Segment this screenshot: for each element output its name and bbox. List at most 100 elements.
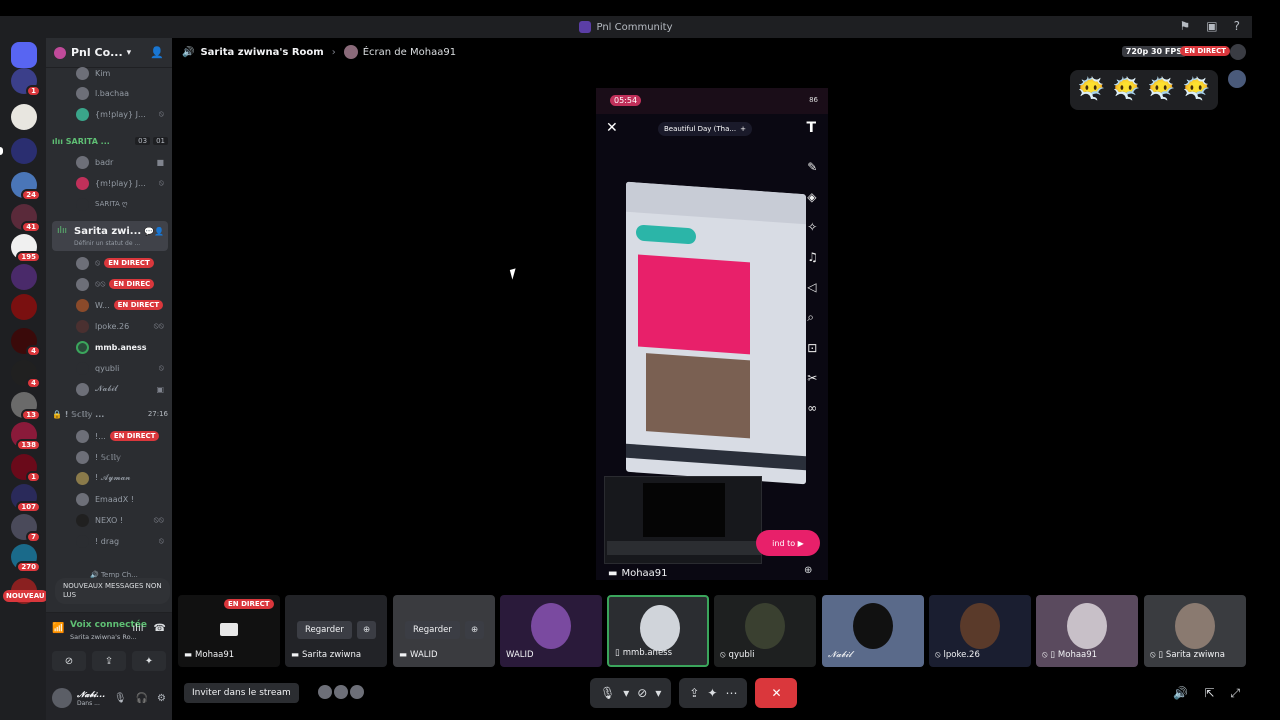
- gear-icon[interactable]: ⚙: [157, 693, 166, 704]
- participant-tile[interactable]: ⦸ ▯ Sarita zwiwna: [1144, 595, 1246, 667]
- participant-tile[interactable]: ▯ mmb.aness: [607, 595, 709, 667]
- screen-share-stream[interactable]: 05:54 86 ✕ Beautiful Day (Tha... + T ✎ ◈ …: [596, 88, 828, 580]
- participant-tile[interactable]: Regarder ⊕ ▬ Sarita zwiwna: [285, 595, 387, 667]
- zoom-icon[interactable]: ⊕: [465, 621, 485, 639]
- camera-off-icon: ⊘: [637, 686, 648, 700]
- activities-button[interactable]: ⇪ ✦ ⋯: [679, 678, 748, 708]
- activity-icon[interactable]: ✦: [132, 651, 166, 671]
- guild-icon[interactable]: 1: [11, 454, 41, 483]
- active-voice-channel[interactable]: ılıı Sarita zwi... Définir un statut de …: [52, 221, 168, 251]
- screen-share-icon[interactable]: ⇪: [92, 651, 126, 671]
- participant-tile[interactable]: Regarder ⊕ ▬ WALID: [393, 595, 495, 667]
- participant-tile[interactable]: 𝓝𝓪𝓫𝓲𝓵: [822, 595, 924, 667]
- help-icon[interactable]: ?: [1234, 19, 1240, 33]
- guild-icon[interactable]: 4: [11, 360, 41, 389]
- noise-suppression-icon[interactable]: ılıı: [132, 623, 143, 634]
- member-row[interactable]: mmb.aness: [46, 338, 172, 356]
- member-row[interactable]: W... EN DIRECT: [46, 296, 172, 314]
- member-row[interactable]: {m!play} J... ⦸: [46, 174, 172, 192]
- participant-tile[interactable]: ⦸ ▯ Mohaa91: [1036, 595, 1138, 667]
- watch-button[interactable]: Regarder: [297, 621, 352, 639]
- member-row[interactable]: lpoke.26 ⦸⦸: [46, 317, 172, 335]
- guild-icon[interactable]: [11, 264, 37, 290]
- username[interactable]: 𝓝𝓪𝓫𝓲...: [77, 690, 105, 700]
- voice-channel[interactable]: ılıı SARITA ... 03 01: [52, 132, 168, 150]
- guild-icon[interactable]: 7: [11, 514, 41, 543]
- discord-home-icon[interactable]: [11, 42, 37, 68]
- guild-icon[interactable]: 107: [11, 484, 41, 513]
- headphones-icon[interactable]: 🎧: [136, 693, 148, 704]
- guild-icon[interactable]: 1: [11, 68, 41, 97]
- volume-icon[interactable]: 🔊: [1173, 686, 1188, 701]
- member-row[interactable]: ⦸⦸ EN DIREC: [46, 275, 172, 293]
- participant-tile[interactable]: WALID: [500, 595, 602, 667]
- member-row[interactable]: Kim: [46, 64, 172, 82]
- member-row[interactable]: ! 𝓐𝔂𝓶𝓪𝓷: [46, 469, 172, 487]
- guild-icon[interactable]: 41: [11, 204, 41, 233]
- emoji-reaction[interactable]: 😶‍🌫️: [1113, 79, 1140, 101]
- member-row[interactable]: EmaadX !: [46, 490, 172, 508]
- participant-name: WALID: [506, 650, 534, 660]
- avatar: [350, 685, 364, 699]
- emoji-reaction[interactable]: 😶‍🌫️: [1148, 79, 1175, 101]
- camera-off-icon[interactable]: ⊘: [52, 651, 86, 671]
- guild-icon[interactable]: [11, 104, 37, 130]
- emoji-reaction[interactable]: 😶‍🌫️: [1183, 79, 1210, 101]
- member-row[interactable]: !... EN DIRECT: [46, 427, 172, 445]
- zoom-icon[interactable]: ⊕: [357, 621, 377, 639]
- channel-timer: 27:16: [147, 410, 168, 418]
- member-row[interactable]: ! 𝕊𝕔𝕝𝕝𝕪: [46, 448, 172, 466]
- guild-icon[interactable]: 24: [11, 172, 41, 201]
- guild-icon[interactable]: 270: [11, 544, 41, 573]
- invite-to-stream-button[interactable]: Inviter dans le stream: [184, 683, 299, 703]
- guild-icon[interactable]: 13: [11, 392, 41, 421]
- guild-icon[interactable]: [0, 138, 37, 164]
- avatar[interactable]: [1228, 70, 1246, 88]
- guild-icon[interactable]: 195: [11, 234, 41, 263]
- server-icon: [579, 21, 592, 33]
- guild-icon[interactable]: 4: [11, 328, 41, 357]
- microphone-button[interactable]: 🎙 ▾ ⊘ ▾: [590, 678, 672, 708]
- member-row[interactable]: {m!play} J... ⦸: [46, 105, 172, 123]
- signal-icon[interactable]: 📶: [52, 623, 64, 634]
- member-row[interactable]: qyubli ⦸: [46, 359, 172, 377]
- emoji-reaction[interactable]: 😶‍🌫️: [1078, 79, 1105, 101]
- inbox-icon[interactable]: ▣: [1206, 19, 1217, 33]
- locked-voice-channel[interactable]: 🔒 ! 𝕊𝕔𝕝𝕝𝕪 ... 27:16: [52, 405, 168, 423]
- member-row[interactable]: l.bachaa: [46, 84, 172, 102]
- mic-icon[interactable]: 🎙: [114, 693, 127, 704]
- avatar[interactable]: [1230, 44, 1246, 60]
- avatar: [76, 107, 89, 121]
- camera-icon: ■: [156, 157, 164, 167]
- voice-channel-name[interactable]: Sarita zwiwna's Ro...: [70, 633, 137, 641]
- member-row[interactable]: SARITA ღ: [46, 195, 172, 213]
- avatar[interactable]: [52, 688, 72, 708]
- channel-status[interactable]: Définir un statut de ...: [74, 240, 140, 247]
- member-name: {m!play} J...: [95, 178, 146, 188]
- fullscreen-icon[interactable]: ⤢: [1230, 686, 1240, 701]
- participant-tile[interactable]: EN DIRECT ▬ Mohaa91: [178, 595, 280, 667]
- participant-tile[interactable]: ⦸ qyubli: [714, 595, 816, 667]
- guild-icon[interactable]: 138: [11, 422, 41, 451]
- invite-icon[interactable]: 👤: [150, 46, 164, 59]
- stop-stream-button[interactable]: ✕: [755, 678, 798, 708]
- zoom-icon[interactable]: ⊕: [804, 565, 812, 576]
- phone-icon: ▯: [615, 648, 620, 658]
- member-row[interactable]: ! drag ⦸: [46, 532, 172, 550]
- new-messages-banner[interactable]: NOUVEAUX MESSAGES NON LUS: [55, 578, 170, 604]
- flag-icon[interactable]: ⚑: [1180, 19, 1191, 33]
- new-badge[interactable]: NOUVEAU: [3, 590, 48, 602]
- watch-button[interactable]: Regarder: [405, 621, 460, 639]
- participant-name: WALID: [410, 650, 438, 660]
- guild-icon[interactable]: [11, 294, 37, 320]
- phone-battery: 86: [809, 96, 818, 104]
- member-row[interactable]: 𝓝𝓪𝓫𝓲𝓵 ▣: [46, 380, 172, 398]
- disconnect-icon[interactable]: ☎: [154, 623, 166, 634]
- viewer-avatars[interactable]: [318, 685, 364, 699]
- participant-tile[interactable]: ⦸ lpoke.26: [929, 595, 1031, 667]
- popout-icon[interactable]: ⇱: [1204, 686, 1214, 701]
- member-row[interactable]: ⦸ EN DIRECT: [46, 254, 172, 272]
- chat-icon[interactable]: 💬👤: [144, 227, 164, 236]
- member-row[interactable]: NEXO ! ⦸⦸: [46, 511, 172, 529]
- member-row[interactable]: badr ■: [46, 153, 172, 171]
